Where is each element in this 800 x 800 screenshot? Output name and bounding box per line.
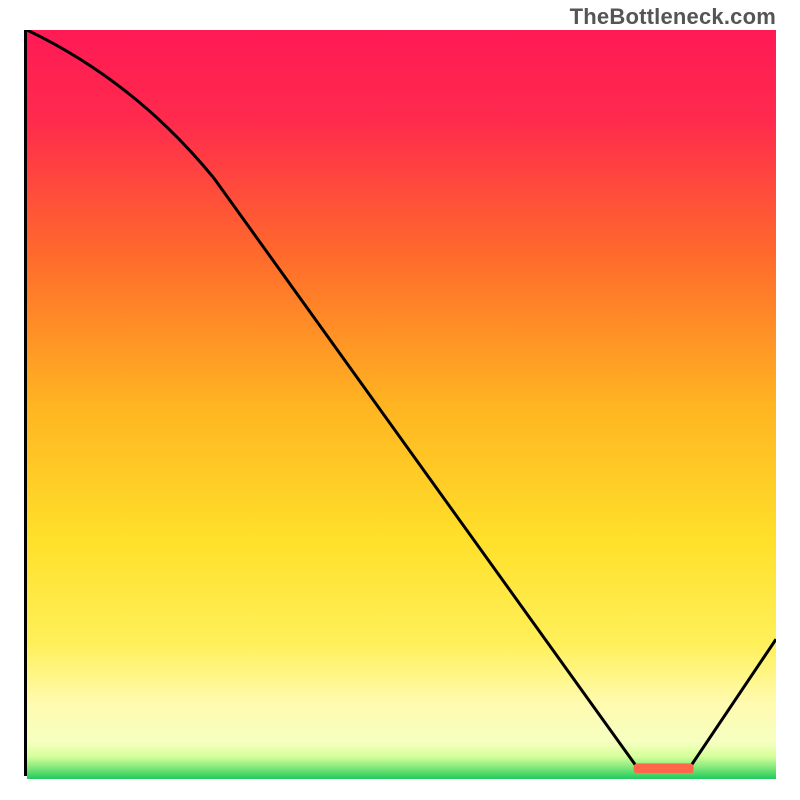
- watermark-text: TheBottleneck.com: [570, 4, 776, 30]
- plot-area: [24, 30, 776, 776]
- background-gradient: [27, 30, 776, 779]
- gradient-rect: [27, 30, 776, 779]
- chart-frame: TheBottleneck.com: [0, 0, 800, 800]
